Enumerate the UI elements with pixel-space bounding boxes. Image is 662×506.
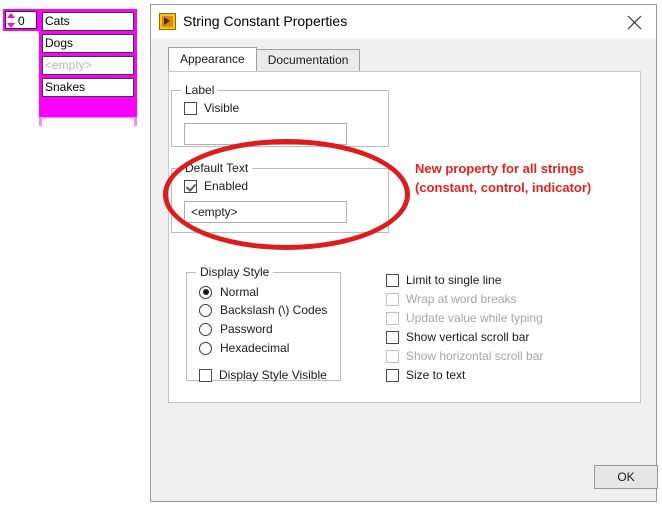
array-index-increment-decrement[interactable] xyxy=(7,13,16,28)
array-row[interactable]: Snakes xyxy=(42,78,134,97)
radio-normal-label: Normal xyxy=(220,285,259,299)
radio-backslash-codes[interactable]: Backslash (\) Codes xyxy=(199,303,327,317)
increment-arrow-icon[interactable] xyxy=(7,13,15,18)
label-text-input[interactable] xyxy=(184,123,347,145)
default-text-input[interactable]: <empty> xyxy=(184,201,347,223)
radio-hexadecimal[interactable]: Hexadecimal xyxy=(199,341,289,355)
array-index-display[interactable]: 0 xyxy=(5,11,37,29)
string-constant-properties-dialog: String Constant Properties Appearance Do… xyxy=(150,4,658,502)
display-style-group-legend: Display Style xyxy=(196,265,274,279)
default-text-enabled-checkbox-label: Enabled xyxy=(204,179,249,193)
annotation-text-line-1: New property for all strings xyxy=(415,161,585,176)
option-limit-to-single-line[interactable]: Limit to single line xyxy=(386,273,501,287)
array-elements: Cats Dogs <empty> Snakes xyxy=(39,9,137,117)
radio-icon xyxy=(199,322,212,336)
array-index-value: 0 xyxy=(18,14,25,28)
option-size-to-text-label: Size to text xyxy=(406,368,466,382)
array-row-empty-default[interactable]: <empty> xyxy=(42,56,134,75)
checkbox-box-icon xyxy=(199,368,212,382)
array-row[interactable]: Cats xyxy=(42,12,134,31)
checkbox-box-icon xyxy=(386,311,399,325)
tab-appearance[interactable]: Appearance xyxy=(168,47,257,71)
annotation-text-line-2: (constant, control, indicator) xyxy=(415,180,592,195)
option-show-vertical-scroll-bar-label: Show vertical scroll bar xyxy=(406,330,530,344)
checkbox-checked-icon xyxy=(184,179,197,193)
label-visible-checkbox-label: Visible xyxy=(204,101,240,115)
default-text-enabled-checkbox[interactable]: Enabled xyxy=(184,179,248,193)
label-group-legend: Label xyxy=(181,83,219,97)
dialog-title: String Constant Properties xyxy=(183,13,348,29)
option-wrap-at-word-breaks-label: Wrap at word breaks xyxy=(406,292,517,306)
annotation-text: New property for all strings (constant, … xyxy=(415,159,645,197)
display-style-visible-checkbox-label: Display Style Visible xyxy=(219,368,327,382)
radio-password-label: Password xyxy=(220,322,273,336)
option-limit-to-single-line-label: Limit to single line xyxy=(406,273,502,287)
checkbox-box-icon xyxy=(386,292,399,306)
option-show-vertical-scroll-bar[interactable]: Show vertical scroll bar xyxy=(386,330,529,344)
checkbox-box-icon xyxy=(184,101,197,115)
option-wrap-at-word-breaks: Wrap at word breaks xyxy=(386,292,517,306)
checkbox-box-icon xyxy=(386,330,399,344)
display-style-visible-checkbox[interactable]: Display Style Visible xyxy=(199,368,327,382)
radio-hexadecimal-label: Hexadecimal xyxy=(220,341,290,355)
option-show-horizontal-scroll-bar-label: Show horizontal scroll bar xyxy=(406,349,544,363)
ok-button[interactable]: OK xyxy=(594,465,658,489)
option-update-value-while-typing-label: Update value while typing xyxy=(406,311,543,325)
array-index-frame: 0 xyxy=(3,9,39,31)
array-row-empty xyxy=(42,118,134,126)
radio-password[interactable]: Password xyxy=(199,322,273,336)
radio-icon xyxy=(199,303,212,317)
default-text-group-legend: Default Text xyxy=(181,161,253,175)
array-row[interactable]: Dogs xyxy=(42,34,134,53)
close-icon[interactable] xyxy=(616,9,652,35)
labview-string-constant-icon xyxy=(159,13,176,30)
option-size-to-text[interactable]: Size to text xyxy=(386,368,465,382)
checkbox-box-icon xyxy=(386,349,399,363)
option-update-value-while-typing: Update value while typing xyxy=(386,311,543,325)
tab-documentation[interactable]: Documentation xyxy=(255,49,361,71)
checkbox-box-icon xyxy=(386,273,399,287)
dialog-tabstrip: Appearance Documentation xyxy=(168,47,361,71)
dialog-titlebar: String Constant Properties xyxy=(151,5,656,39)
radio-backslash-codes-label: Backslash (\) Codes xyxy=(220,303,328,317)
option-show-horizontal-scroll-bar: Show horizontal scroll bar xyxy=(386,349,543,363)
radio-selected-icon xyxy=(199,285,212,299)
radio-normal[interactable]: Normal xyxy=(199,285,259,299)
radio-icon xyxy=(199,341,212,355)
checkbox-box-icon xyxy=(386,368,399,382)
labview-array-control[interactable]: 0 Cats Dogs <empty> Snakes xyxy=(3,9,137,126)
label-visible-checkbox[interactable]: Visible xyxy=(184,101,239,115)
decrement-arrow-icon[interactable] xyxy=(7,23,15,28)
